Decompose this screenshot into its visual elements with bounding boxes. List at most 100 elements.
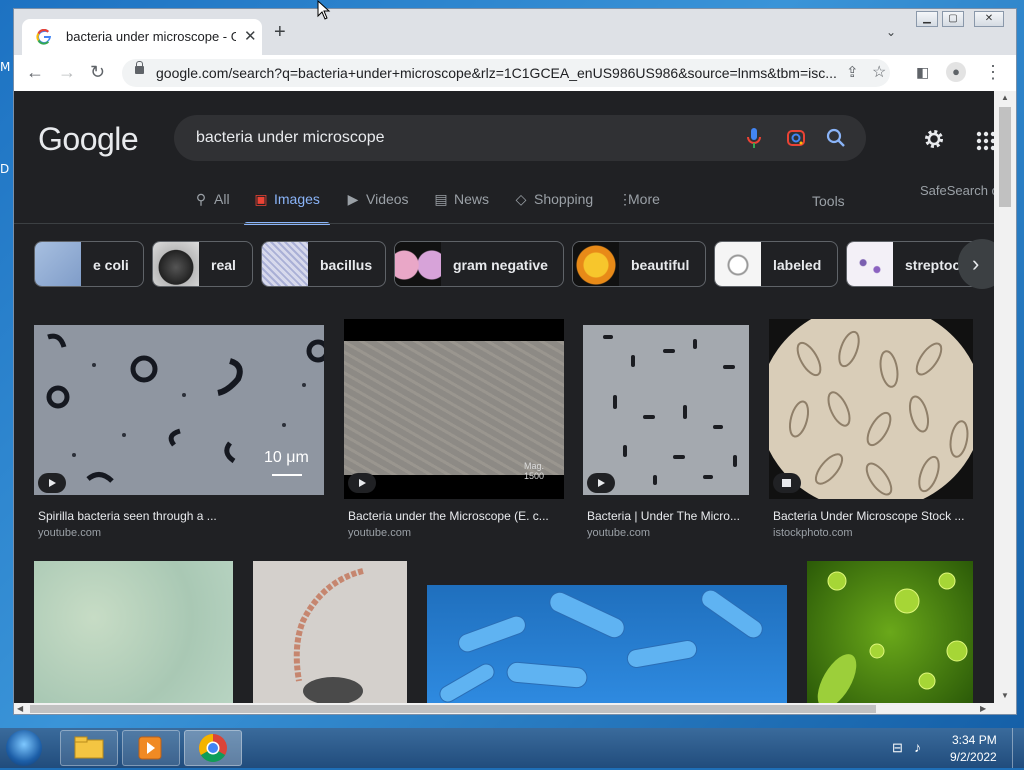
taskbar-chrome-button[interactable]: [184, 730, 242, 766]
clock-time[interactable]: 3:34 PM: [952, 733, 997, 747]
spirilla-photo: [46, 333, 324, 483]
chip-e-coli[interactable]: e coli: [34, 241, 144, 287]
result-source[interactable]: youtube.com: [348, 527, 411, 539]
scrollbar-thumb[interactable]: [999, 107, 1011, 207]
network-icon[interactable]: ⊟: [892, 740, 903, 756]
safesearch-link[interactable]: SafeSearch o: [920, 183, 994, 198]
microphone-icon[interactable]: [746, 127, 762, 149]
result-caption[interactable]: Bacteria under the Microscope (E. c...: [348, 509, 549, 523]
scroll-up-arrow-icon[interactable]: ▲: [1001, 93, 1009, 102]
image-result[interactable]: Mag. 1500 Bacteria under the Microscope …: [344, 319, 564, 545]
chip-labeled[interactable]: labeled: [714, 241, 838, 287]
chip-beautiful[interactable]: beautiful: [572, 241, 706, 287]
image-icon: ▣: [254, 191, 268, 207]
image-result[interactable]: [427, 585, 787, 703]
start-button[interactable]: [6, 730, 42, 766]
back-icon[interactable]: ←: [26, 62, 44, 82]
image-result[interactable]: Bacteria Under Microscope Stock ... isto…: [769, 319, 973, 545]
scroll-right-arrow-icon[interactable]: ▶: [980, 704, 986, 713]
google-results-page: Google bacteria under microscope ⚲ All ▣…: [14, 91, 994, 703]
play-icon: [587, 473, 615, 493]
scroll-left-arrow-icon[interactable]: ◀: [17, 704, 23, 713]
new-tab-button[interactable]: +: [274, 22, 286, 42]
result-image[interactable]: [34, 561, 233, 703]
bookmark-star-icon[interactable]: ☆: [872, 62, 886, 82]
search-icon[interactable]: [826, 128, 846, 148]
lock-icon[interactable]: [135, 61, 144, 74]
scrollbar-thumb[interactable]: [30, 705, 876, 713]
play-icon: [348, 473, 376, 493]
tab-more[interactable]: ⋮More: [618, 191, 660, 219]
tab-shopping[interactable]: ◇ Shopping: [514, 191, 594, 219]
result-caption[interactable]: Bacteria | Under The Micro...: [587, 509, 740, 523]
result-source[interactable]: youtube.com: [587, 527, 650, 539]
address-bar[interactable]: google.com/search?q=bacteria+under+micro…: [122, 59, 890, 87]
result-image[interactable]: [253, 561, 407, 703]
result-image[interactable]: Mag. 1500: [344, 319, 564, 499]
chip-real[interactable]: real: [152, 241, 253, 287]
result-image[interactable]: [583, 325, 749, 495]
chip-gram-negative[interactable]: gram negative: [394, 241, 564, 287]
show-desktop-button[interactable]: [1012, 728, 1024, 768]
result-caption[interactable]: Bacteria Under Microscope Stock ...: [773, 509, 964, 523]
tools-button[interactable]: Tools: [812, 193, 845, 209]
image-result[interactable]: 10 μm Spirilla bacteria seen through a .…: [34, 325, 324, 545]
tab-label: News: [454, 191, 490, 207]
chip-label: real: [211, 257, 236, 273]
chip-thumbnail: [847, 242, 893, 286]
profile-avatar-icon[interactable]: ●: [946, 62, 966, 82]
taskbar-explorer-button[interactable]: [60, 730, 118, 766]
image-result[interactable]: [253, 561, 407, 703]
bacteria-rods-photo: [599, 335, 737, 485]
tab-images[interactable]: ▣ Images: [244, 191, 330, 225]
forward-icon[interactable]: →: [58, 62, 76, 82]
tab-search-icon[interactable]: ⌄: [886, 25, 896, 39]
more-vert-icon: ⋮: [618, 191, 632, 207]
desktop-icon-label[interactable]: D: [0, 162, 9, 176]
google-logo[interactable]: Google: [38, 121, 139, 158]
taskbar-media-player-button[interactable]: [122, 730, 180, 766]
chip-label: gram negative: [453, 257, 548, 273]
tab-label: Videos: [366, 191, 409, 207]
play-icon: [38, 473, 66, 493]
desktop-icon-label[interactable]: M: [0, 60, 10, 74]
menu-kebab-icon[interactable]: ⋮: [984, 62, 1002, 82]
minimize-button[interactable]: ▁: [916, 11, 938, 27]
share-icon[interactable]: ⇪: [846, 63, 859, 81]
vertical-scrollbar[interactable]: ▲ ▼: [994, 91, 1016, 703]
result-image[interactable]: [807, 561, 973, 703]
url-text[interactable]: google.com/search?q=bacteria+under+micro…: [156, 65, 836, 81]
tab-news[interactable]: ▤ News: [434, 191, 489, 219]
settings-gear-icon[interactable]: [922, 127, 946, 151]
result-image[interactable]: [427, 585, 787, 703]
close-window-button[interactable]: ✕: [974, 11, 1004, 27]
reload-icon[interactable]: ↻: [90, 62, 105, 82]
result-image[interactable]: 10 μm: [34, 325, 324, 495]
google-apps-icon[interactable]: [976, 131, 994, 151]
clock-date[interactable]: 9/2/2022: [950, 750, 997, 764]
result-image[interactable]: [769, 319, 973, 499]
result-source[interactable]: istockphoto.com: [773, 527, 852, 539]
tab-close-icon[interactable]: ✕: [244, 27, 257, 45]
scroll-down-arrow-icon[interactable]: ▼: [1001, 691, 1009, 700]
chip-bacillus[interactable]: bacillus: [261, 241, 386, 287]
google-lens-icon[interactable]: [786, 128, 806, 148]
image-result[interactable]: [807, 561, 973, 703]
image-result[interactable]: [34, 561, 233, 703]
result-caption[interactable]: Spirilla bacteria seen through a ...: [38, 509, 217, 523]
image-result[interactable]: Bacteria | Under The Micro... youtube.co…: [583, 325, 751, 545]
side-panel-icon[interactable]: ◧: [916, 62, 929, 82]
horizontal-scrollbar[interactable]: ◀ ▶: [14, 703, 1016, 714]
maximize-button[interactable]: ▢: [942, 11, 964, 27]
tab-videos[interactable]: ▶ Videos: [346, 191, 409, 219]
taskbar: ⊟ ♪ 3:34 PM 9/2/2022: [0, 728, 1024, 768]
volume-icon[interactable]: ♪: [914, 739, 921, 755]
search-query[interactable]: bacteria under microscope: [196, 129, 385, 147]
result-source[interactable]: youtube.com: [38, 527, 101, 539]
blue-bacteria-illustration: [439, 589, 763, 703]
tab-all[interactable]: ⚲ All: [194, 191, 230, 219]
tag-icon: ◇: [515, 191, 527, 207]
browser-tab[interactable]: bacteria under microscope - Goo ✕: [22, 19, 262, 55]
cells-photo: [769, 319, 973, 499]
search-input[interactable]: bacteria under microscope: [174, 115, 866, 161]
